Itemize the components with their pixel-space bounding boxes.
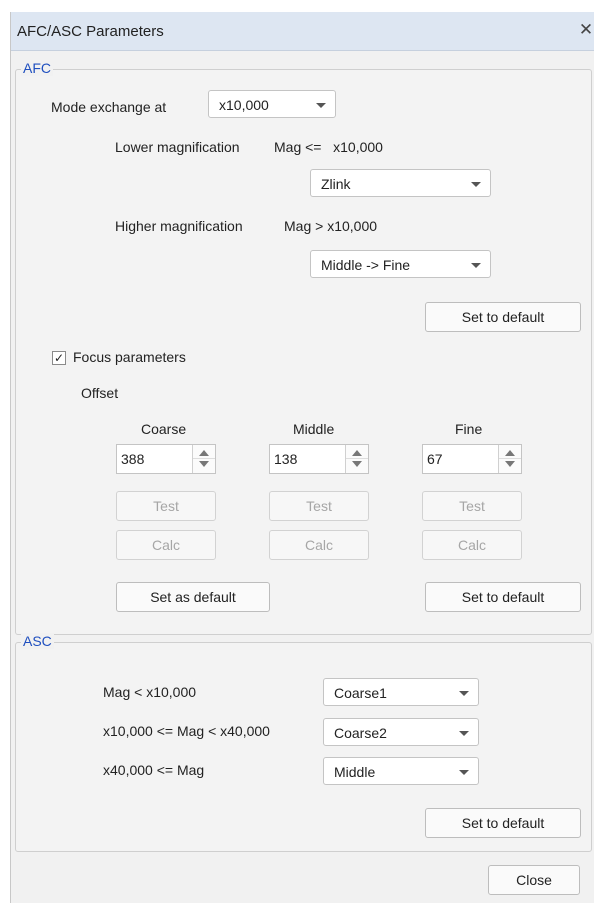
asc-row-2-dropdown[interactable]: Coarse2 xyxy=(323,718,479,746)
coarse-offset-value: 388 xyxy=(121,451,145,467)
arrow-down-icon[interactable] xyxy=(505,461,515,467)
arrow-down-icon[interactable] xyxy=(199,461,209,467)
dialog-title: AFC/ASC Parameters xyxy=(17,23,164,40)
higher-mag-value: Middle -> Fine xyxy=(321,257,411,273)
close-icon[interactable]: ✕ xyxy=(577,20,594,40)
offset-label: Offset xyxy=(81,385,119,401)
mode-exchange-dropdown[interactable]: x10,000 xyxy=(208,90,336,118)
chevron-down-icon xyxy=(471,182,481,187)
afc-asc-dialog: AFC/ASC Parameters ✕ AFC Mode exchange a… xyxy=(10,12,594,903)
focus-parameters-checkbox[interactable]: ✓ xyxy=(52,351,66,365)
middle-column-header: Middle xyxy=(293,421,335,437)
coarse-test-button[interactable]: Test xyxy=(116,491,216,521)
middle-test-button[interactable]: Test xyxy=(269,491,369,521)
lower-mag-condition: Mag <= x10,000 xyxy=(274,139,383,155)
asc-row-3-label: x40,000 <= Mag xyxy=(103,762,205,778)
arrow-up-icon[interactable] xyxy=(352,450,362,456)
asc-row-2-value: Coarse2 xyxy=(334,725,387,741)
fine-offset-spinner[interactable]: 67 xyxy=(422,444,522,474)
chevron-down-icon xyxy=(459,731,469,736)
lower-mag-value: Zlink xyxy=(321,176,351,192)
middle-offset-spinner[interactable]: 138 xyxy=(269,444,369,474)
fine-offset-value: 67 xyxy=(427,451,443,467)
close-button[interactable]: Close xyxy=(488,865,580,895)
middle-calc-button[interactable]: Calc xyxy=(269,530,369,560)
higher-mag-dropdown[interactable]: Middle -> Fine xyxy=(310,250,491,278)
spinner-buttons[interactable] xyxy=(498,445,521,473)
asc-row-3-dropdown[interactable]: Middle xyxy=(323,757,479,785)
arrow-up-icon[interactable] xyxy=(505,450,515,456)
higher-mag-condition: Mag > x10,000 xyxy=(284,218,378,234)
asc-row-3-value: Middle xyxy=(334,764,376,780)
arrow-down-icon[interactable] xyxy=(352,461,362,467)
lower-mag-dropdown[interactable]: Zlink xyxy=(310,169,491,197)
spinner-buttons[interactable] xyxy=(192,445,215,473)
set-as-default-button[interactable]: Set as default xyxy=(116,582,270,612)
chevron-down-icon xyxy=(316,103,326,108)
chevron-down-icon xyxy=(471,263,481,268)
middle-offset-value: 138 xyxy=(274,451,298,467)
chevron-down-icon xyxy=(459,770,469,775)
chevron-down-icon xyxy=(459,691,469,696)
fine-calc-button[interactable]: Calc xyxy=(422,530,522,560)
higher-mag-label: Higher magnification xyxy=(115,218,243,234)
coarse-calc-button[interactable]: Calc xyxy=(116,530,216,560)
focus-parameters-label: Focus parameters xyxy=(73,349,186,365)
spinner-buttons[interactable] xyxy=(345,445,368,473)
arrow-up-icon[interactable] xyxy=(199,450,209,456)
title-bar: AFC/ASC Parameters ✕ xyxy=(11,12,594,51)
asc-set-to-default-button[interactable]: Set to default xyxy=(425,808,581,838)
coarse-offset-spinner[interactable]: 388 xyxy=(116,444,216,474)
fine-test-button[interactable]: Test xyxy=(422,491,522,521)
coarse-column-header: Coarse xyxy=(141,421,187,437)
asc-group-legend: ASC xyxy=(21,633,54,649)
offset-set-to-default-button[interactable]: Set to default xyxy=(425,582,581,612)
afc-set-to-default-button[interactable]: Set to default xyxy=(425,302,581,332)
asc-row-1-value: Coarse1 xyxy=(334,685,387,701)
lower-mag-label: Lower magnification xyxy=(115,139,240,155)
mode-exchange-value: x10,000 xyxy=(219,97,269,113)
mode-exchange-label: Mode exchange at xyxy=(51,99,167,115)
asc-row-2-label: x10,000 <= Mag < x40,000 xyxy=(103,723,270,739)
asc-row-1-label: Mag < x10,000 xyxy=(103,684,197,700)
afc-group-legend: AFC xyxy=(21,60,53,76)
fine-column-header: Fine xyxy=(455,421,483,437)
asc-row-1-dropdown[interactable]: Coarse1 xyxy=(323,678,479,706)
